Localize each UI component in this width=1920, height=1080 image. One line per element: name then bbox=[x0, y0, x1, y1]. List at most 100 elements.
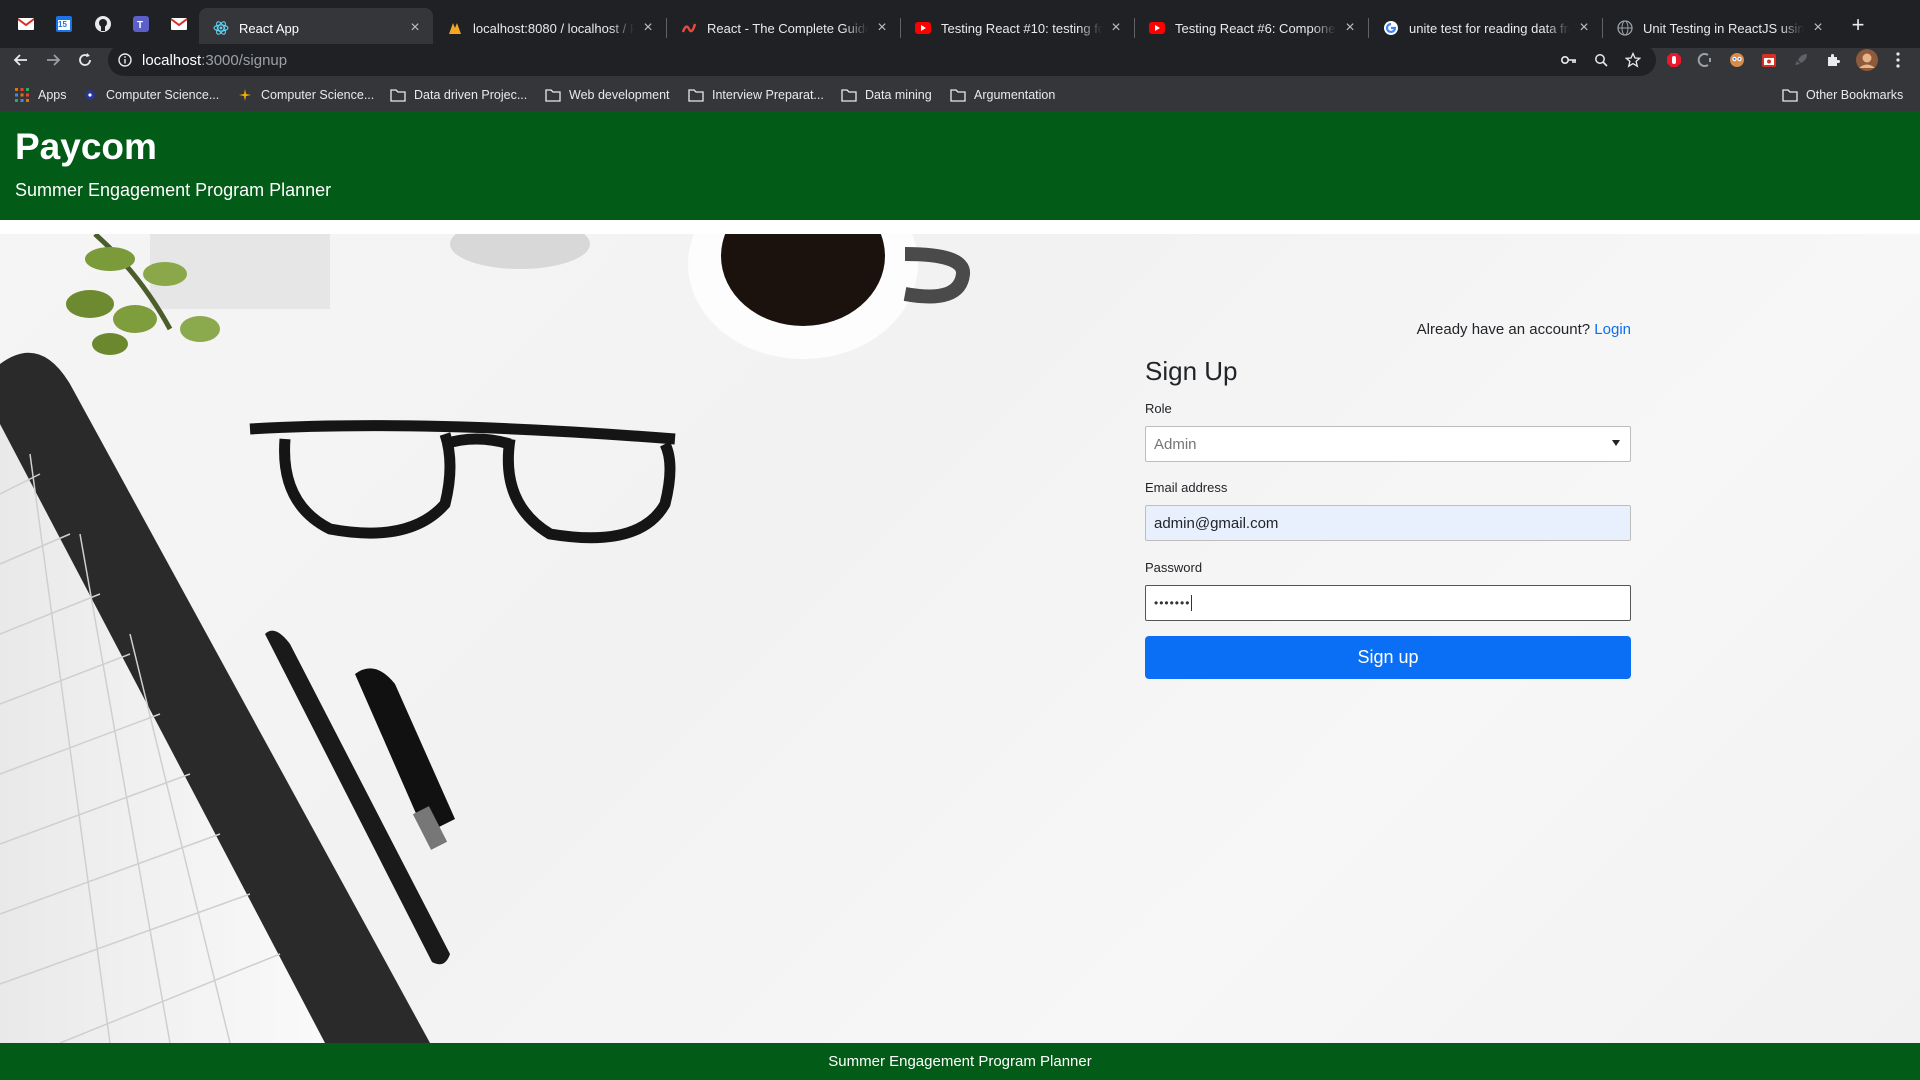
plant-illustration bbox=[66, 234, 330, 355]
text-cursor bbox=[1191, 595, 1193, 611]
password-value: ••••••• bbox=[1154, 596, 1191, 610]
close-icon[interactable]: × bbox=[874, 19, 890, 36]
tab-testing-react-6[interactable]: Testing React #6: Component × bbox=[1135, 8, 1368, 48]
login-prompt-text: Already have an account? bbox=[1416, 321, 1591, 338]
star-icon[interactable] bbox=[1624, 51, 1642, 69]
bookmark-label: Other Bookmarks bbox=[1806, 88, 1904, 102]
extension-calendar-icon[interactable] bbox=[1760, 51, 1778, 69]
bookmark-label: Interview Preparat... bbox=[712, 88, 824, 102]
browser-chrome: 15 T React App × localhost:8080 / localh… bbox=[0, 0, 1920, 111]
key-icon[interactable] bbox=[1560, 51, 1578, 69]
tab-title: localhost:8080 / localhost / Pl bbox=[473, 20, 634, 36]
tab-title: React - The Complete Guide ( bbox=[707, 20, 868, 36]
bookmark-label: Computer Science... bbox=[106, 88, 220, 102]
role-select[interactable]: Admin bbox=[1145, 426, 1631, 462]
reload-button[interactable] bbox=[73, 48, 97, 72]
puzzle-icon[interactable] bbox=[1824, 51, 1842, 69]
teams-icon[interactable]: T bbox=[131, 14, 151, 34]
app-footer: Summer Engagement Program Planner bbox=[0, 1043, 1920, 1080]
tab-title: Unit Testing in ReactJS using bbox=[1643, 20, 1804, 36]
bookmark-argumentation[interactable]: Argumentation bbox=[950, 84, 1055, 106]
folder-icon bbox=[841, 88, 857, 102]
site-icon bbox=[82, 88, 98, 102]
folder-icon bbox=[390, 88, 406, 102]
bookmark-label: Computer Science... bbox=[261, 88, 375, 102]
extension-owl-icon[interactable] bbox=[1728, 51, 1746, 69]
tab-title: React App bbox=[239, 20, 299, 36]
desk-illustration bbox=[0, 234, 970, 1043]
tab-unit-testing[interactable]: Unit Testing in ReactJS using × bbox=[1603, 8, 1836, 48]
extension-rocket-icon[interactable] bbox=[1792, 51, 1810, 69]
folder-icon bbox=[545, 88, 561, 102]
bookmark-label: Web development bbox=[569, 88, 670, 102]
gmail-icon[interactable] bbox=[16, 14, 36, 34]
bookmark-label: Argumentation bbox=[974, 88, 1056, 102]
coffee-cup-illustration bbox=[450, 234, 970, 359]
brand-title: Paycom bbox=[15, 126, 157, 167]
back-button[interactable] bbox=[9, 48, 33, 72]
hero-background bbox=[0, 234, 1920, 1043]
close-icon[interactable]: × bbox=[1342, 19, 1358, 36]
password-field[interactable]: ••••••• bbox=[1145, 585, 1631, 621]
caret-down-icon bbox=[1612, 440, 1620, 446]
close-icon[interactable]: × bbox=[640, 19, 656, 36]
calendar-day: 15 bbox=[58, 20, 67, 29]
gmail-icon[interactable] bbox=[169, 14, 189, 34]
tab-google-search[interactable]: unite test for reading data fro × bbox=[1369, 8, 1602, 48]
star-site-icon bbox=[237, 88, 253, 102]
tab-title: Testing React #6: Component bbox=[1175, 20, 1336, 36]
tab-title: Testing React #10: testing forr bbox=[941, 20, 1102, 36]
bookmark-interview-prep[interactable]: Interview Preparat... bbox=[688, 84, 824, 106]
bookmark-computer-science-2[interactable]: Computer Science... bbox=[237, 84, 374, 106]
role-label: Role bbox=[1145, 401, 1172, 416]
bookmark-label: Apps bbox=[38, 88, 67, 102]
address-bar[interactable] bbox=[108, 44, 1656, 76]
tab-react-guide[interactable]: React - The Complete Guide ( × bbox=[667, 8, 900, 48]
react-icon bbox=[213, 20, 229, 36]
google-icon bbox=[1383, 20, 1399, 36]
login-prompt: Already have an account? Login bbox=[1145, 321, 1631, 338]
close-icon[interactable]: × bbox=[1810, 19, 1826, 36]
apps-grid-icon bbox=[14, 88, 30, 102]
close-icon[interactable]: × bbox=[1576, 19, 1592, 36]
bookmark-data-mining[interactable]: Data mining bbox=[841, 84, 932, 106]
header-divider bbox=[0, 220, 1920, 234]
signup-button[interactable]: Sign up bbox=[1145, 636, 1631, 679]
close-icon[interactable]: × bbox=[1108, 19, 1124, 36]
signup-title: Sign Up bbox=[1145, 356, 1238, 386]
bookmark-data-driven[interactable]: Data driven Projec... bbox=[390, 84, 527, 106]
bookmark-web-development[interactable]: Web development bbox=[545, 84, 670, 106]
tab-phpmyadmin[interactable]: localhost:8080 / localhost / Pl × bbox=[433, 8, 666, 48]
globe-icon bbox=[1617, 20, 1633, 36]
info-icon[interactable] bbox=[116, 51, 134, 69]
folder-icon bbox=[688, 88, 704, 102]
email-field[interactable]: admin@gmail.com bbox=[1145, 505, 1631, 541]
avatar[interactable] bbox=[1856, 49, 1878, 71]
bookmark-label: Data driven Projec... bbox=[414, 88, 528, 102]
udemy-icon bbox=[681, 20, 697, 36]
login-link[interactable]: Login bbox=[1594, 321, 1631, 338]
folder-icon bbox=[950, 88, 966, 102]
github-icon[interactable] bbox=[93, 14, 113, 34]
bookmark-apps[interactable]: Apps bbox=[14, 84, 67, 106]
youtube-icon bbox=[915, 20, 931, 36]
zoom-icon[interactable] bbox=[1592, 51, 1610, 69]
email-label: Email address bbox=[1145, 480, 1228, 495]
tab-react-app[interactable]: React App × bbox=[199, 8, 433, 48]
bookmark-other[interactable]: Other Bookmarks bbox=[1782, 84, 1903, 106]
bookmark-computer-science-1[interactable]: Computer Science... bbox=[82, 84, 219, 106]
menu-icon[interactable] bbox=[1889, 51, 1907, 69]
footer-text: Summer Engagement Program Planner bbox=[828, 1053, 1092, 1070]
bookmark-label: Data mining bbox=[865, 88, 932, 102]
forward-button[interactable] bbox=[41, 48, 65, 72]
calendar-icon[interactable]: 15 bbox=[54, 14, 74, 34]
tab-testing-react-10[interactable]: Testing React #10: testing forr × bbox=[901, 8, 1134, 48]
new-tab-button[interactable]: + bbox=[1846, 12, 1870, 37]
password-label: Password bbox=[1145, 560, 1203, 575]
url-text[interactable]: localhost:3000/signup bbox=[142, 52, 287, 69]
role-value: Admin bbox=[1154, 435, 1197, 453]
extension-c-icon[interactable] bbox=[1696, 51, 1714, 69]
extension-adblock-icon[interactable] bbox=[1665, 51, 1683, 69]
close-icon[interactable]: × bbox=[407, 19, 423, 36]
brand-tagline: Summer Engagement Program Planner bbox=[15, 180, 332, 200]
